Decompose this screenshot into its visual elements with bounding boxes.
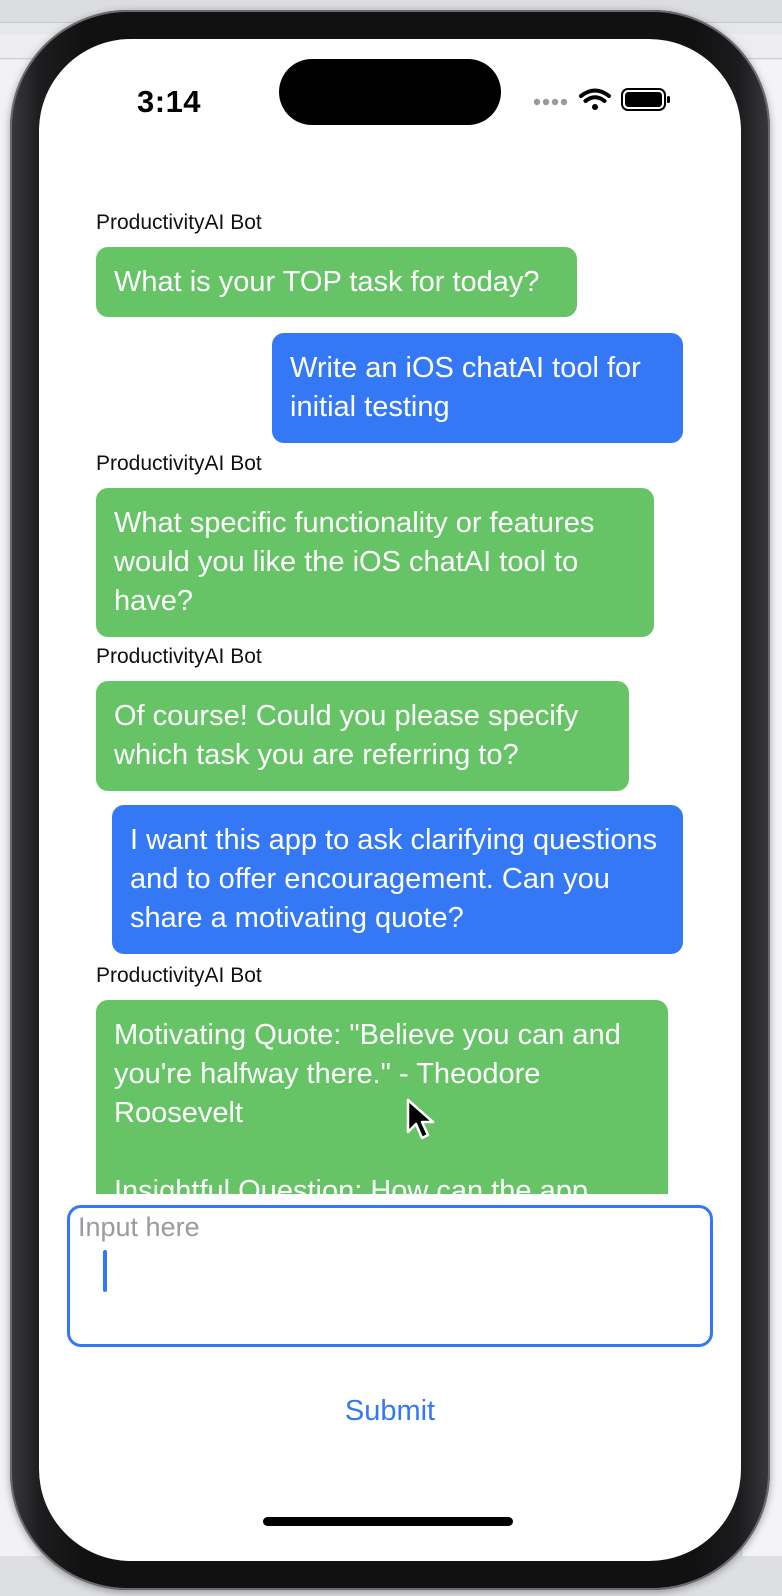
home-indicator[interactable] (263, 1517, 513, 1526)
user-message-bubble: Write an iOS chatAI tool for initial tes… (272, 333, 683, 443)
bot-name-label: ProductivityAI Bot (96, 211, 262, 234)
battery-icon (621, 88, 670, 111)
bot-name-label: ProductivityAI Bot (96, 964, 262, 987)
bot-message-bubble: Motivating Quote: "Believe you can and y… (96, 1000, 668, 1194)
bot-name-label: ProductivityAI Bot (96, 645, 262, 668)
chat-scroll-view[interactable]: ProductivityAI Bot What is your TOP task… (39, 175, 741, 1194)
user-message-bubble: I want this app to ask clarifying questi… (112, 805, 683, 954)
input-placeholder: Input here (78, 1212, 200, 1242)
dynamic-island (279, 59, 501, 125)
bot-message-bubble: What is your TOP task for today? (96, 247, 577, 317)
message-input-field[interactable]: Input here (67, 1205, 713, 1347)
bot-name-label: ProductivityAI Bot (96, 452, 262, 475)
bot-message-bubble: What specific functionality or features … (96, 488, 654, 637)
status-icons (533, 85, 683, 115)
wifi-icon (579, 88, 611, 110)
iphone-frame: 3:14 ProductivityAI Bot What is your TOP… (10, 10, 770, 1590)
status-time: 3:14 (137, 84, 202, 119)
mouse-pointer-icon (406, 1098, 435, 1140)
cellular-dots-icon (533, 98, 568, 106)
phone-screen: 3:14 ProductivityAI Bot What is your TOP… (39, 39, 741, 1561)
text-caret (103, 1250, 107, 1292)
bot-message-bubble: Of course! Could you please specify whic… (96, 681, 629, 791)
submit-button[interactable]: Submit (290, 1391, 490, 1431)
